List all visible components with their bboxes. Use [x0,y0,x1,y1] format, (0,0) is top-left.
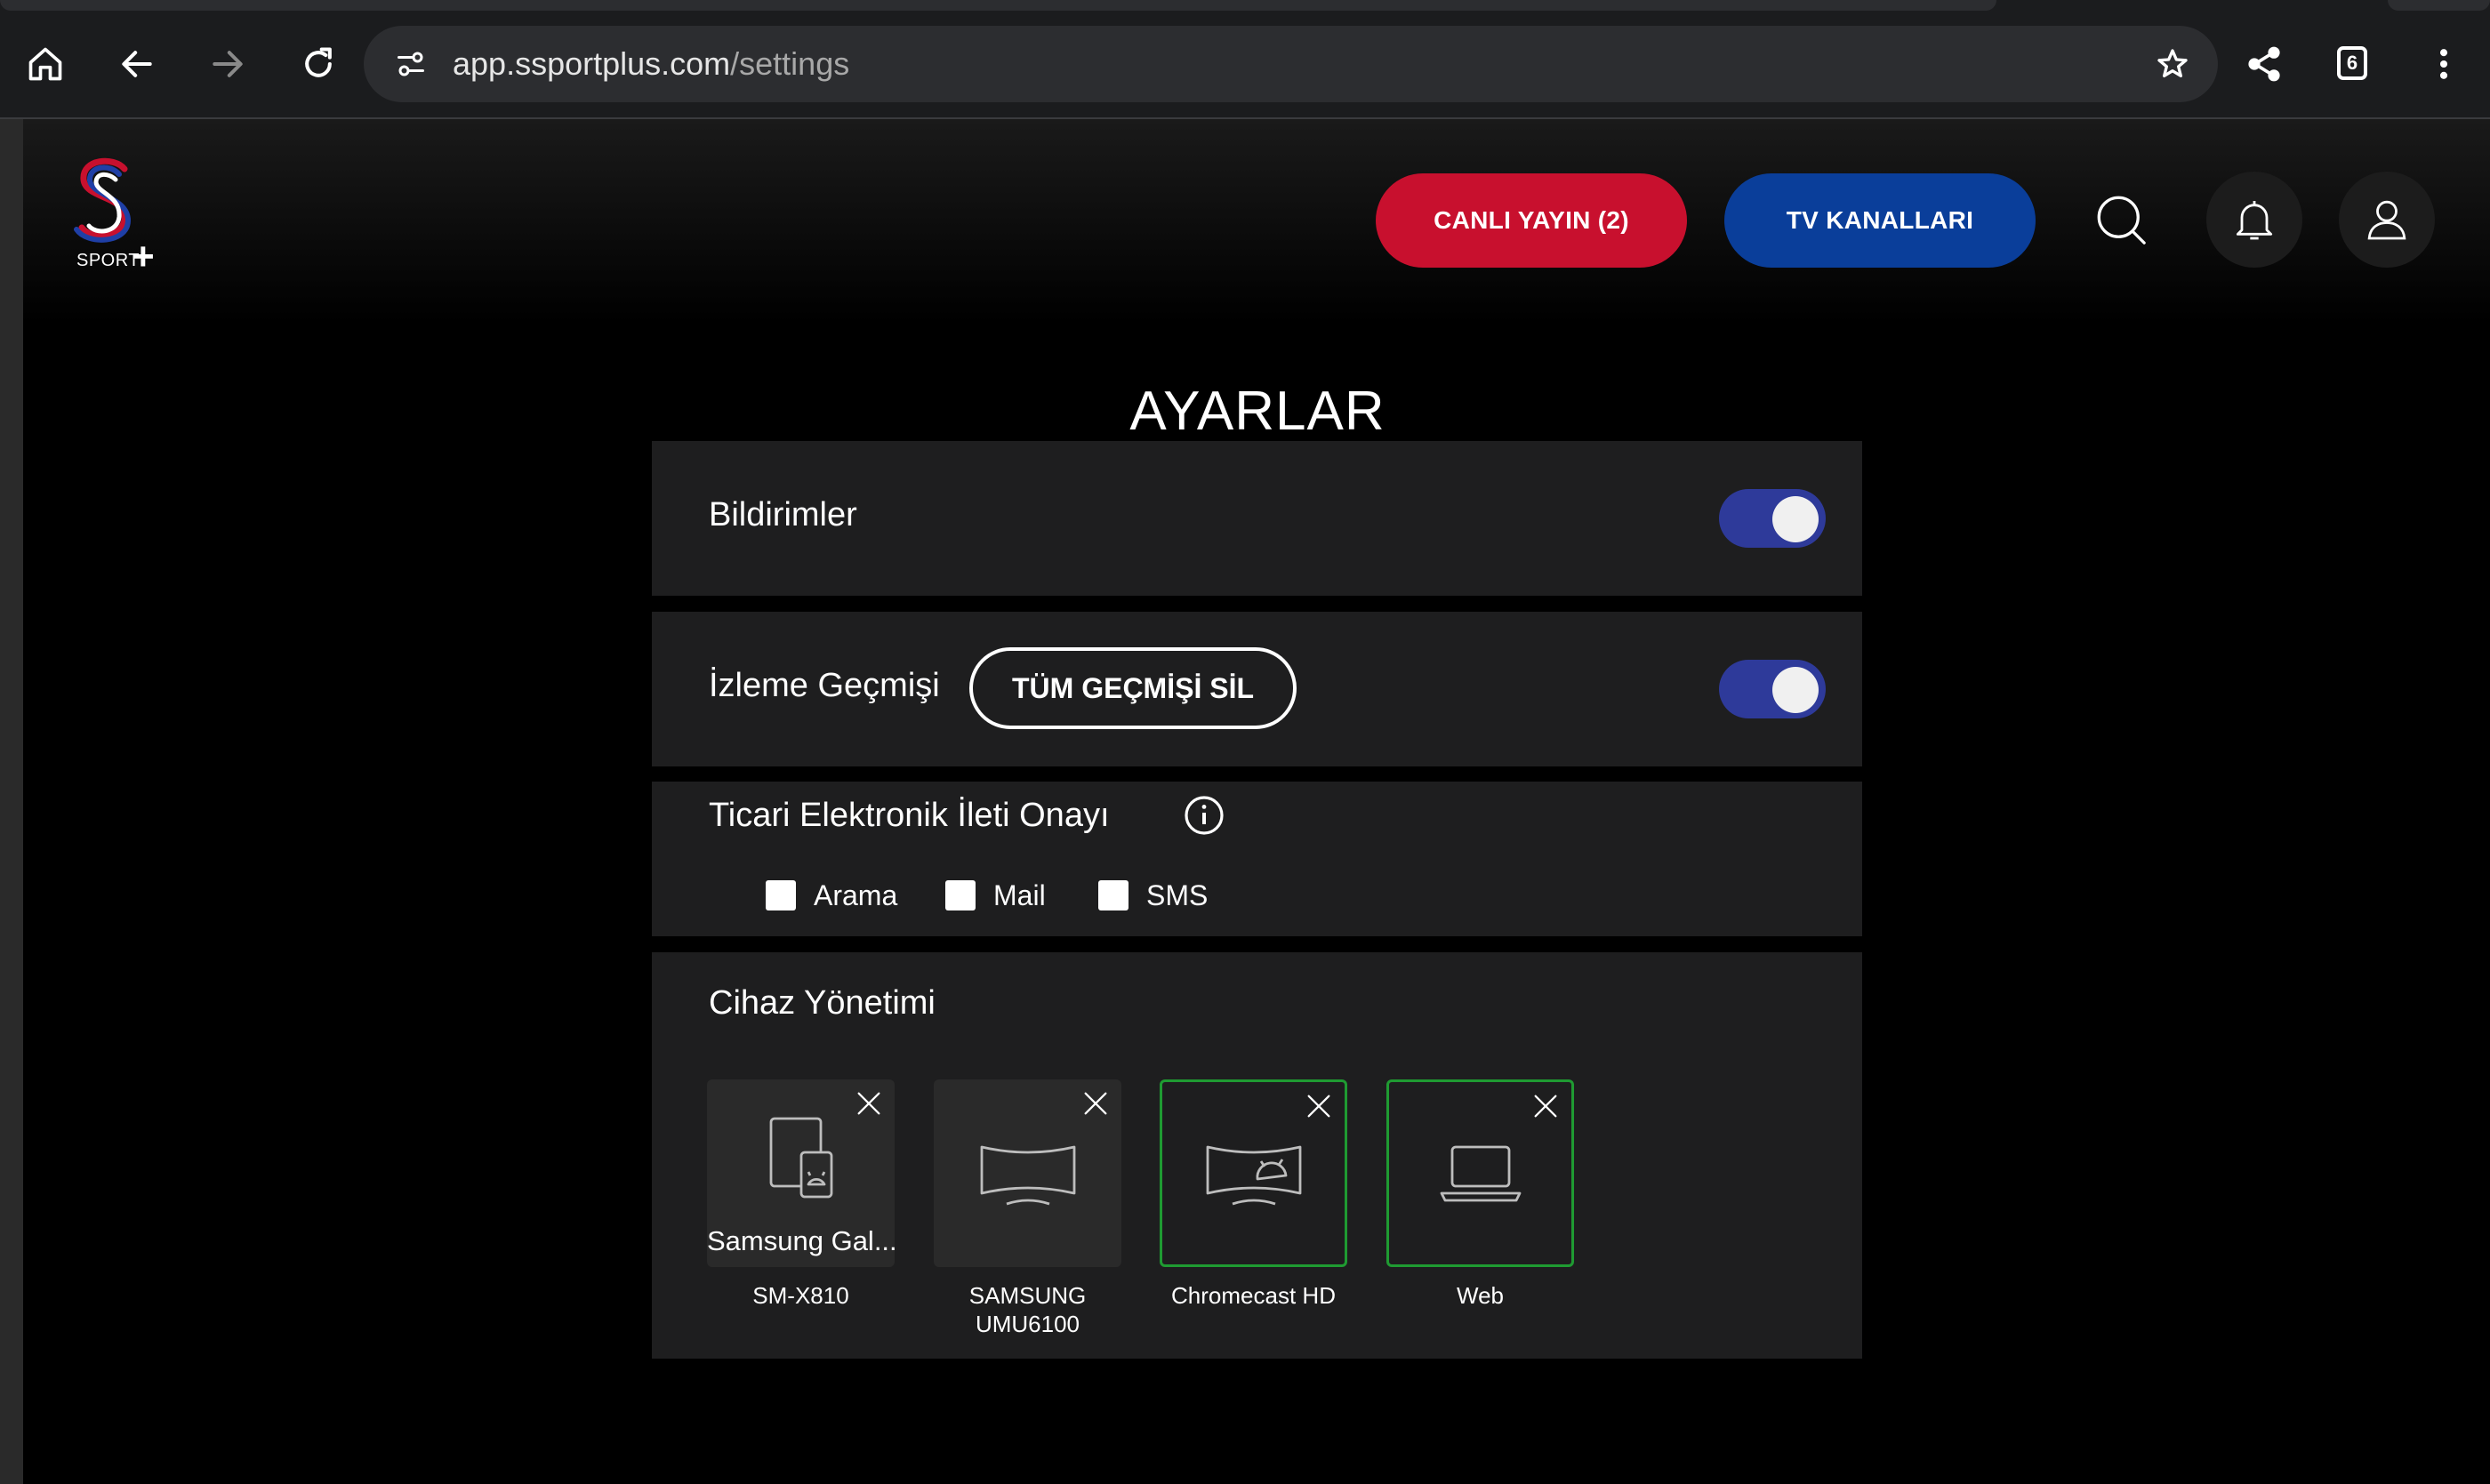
consent-call-checkbox[interactable] [766,880,796,910]
toggle-knob [1772,496,1819,542]
url-path: /settings [730,45,850,82]
device-card[interactable] [934,1079,1121,1267]
consent-mail-option[interactable]: Mail [945,878,1046,913]
close-icon[interactable] [854,1088,884,1119]
ssport-plus-logo[interactable]: SPORT + [66,153,173,278]
device-name: Samsung Gal... [707,1225,895,1256]
notifications-label: Bildirimler [709,496,857,533]
browser-toolbar: app.ssportplus.com/settings 6 [0,0,2490,119]
device-card-active[interactable] [1160,1079,1347,1267]
notifications-button[interactable] [2206,172,2302,268]
device-model-caption: SAMSUNG UMU6100 [968,1282,1087,1337]
watch-history-label: İzleme Geçmişi [709,667,940,704]
close-icon[interactable] [1530,1091,1561,1121]
address-bar[interactable]: app.ssportplus.com/settings [364,26,2218,102]
device-card[interactable]: Samsung Gal... [707,1079,895,1267]
user-icon [2367,200,2406,240]
tablet-android-icon [766,1113,837,1202]
device-card-active[interactable] [1386,1079,1574,1267]
consent-call-label: Arama [814,878,898,911]
reload-icon[interactable] [286,32,350,96]
consent-sms-option[interactable]: SMS [1098,878,1208,913]
site-settings-icon[interactable] [390,44,431,84]
bookmark-star-icon[interactable] [2152,44,2193,84]
logo-text: SPORT [76,251,141,270]
more-menu-icon[interactable] [2412,32,2476,96]
page-title: AYARLAR [1129,380,1386,442]
forward-arrow-icon[interactable] [196,32,260,96]
search-icon [2097,196,2146,245]
tab-switcher-button[interactable]: 6 [2337,46,2367,80]
consent-mail-checkbox[interactable] [945,880,976,910]
bell-icon [2236,201,2273,240]
info-icon[interactable] [1183,794,1225,837]
clear-history-button[interactable]: TÜM GEÇMİŞİ SİL [969,647,1297,729]
watch-history-card: İzleme Geçmişi TÜM GEÇMİŞİ SİL [652,612,1862,766]
logo-plus: + [132,235,155,278]
profile-button[interactable] [2339,172,2435,268]
live-broadcast-button[interactable]: CANLI YAYIN (2) [1376,173,1687,268]
device-model-caption: SM-X810 [752,1282,849,1309]
watch-history-toggle[interactable] [1719,660,1826,718]
close-icon[interactable] [1304,1091,1334,1121]
laptop-icon [1438,1140,1523,1207]
tv-channels-button[interactable]: TV KANALLARI [1724,173,2036,268]
device-management-label: Cihaz Yönetimi [709,984,936,1022]
url-host: app.ssportplus.com [453,45,731,82]
url-text: app.ssportplus.com/settings [453,45,849,83]
tab-strip-end [2388,0,2490,11]
consent-sms-checkbox[interactable] [1098,880,1129,910]
notifications-card: Bildirimler [652,441,1862,596]
home-icon[interactable] [13,32,77,96]
search-button[interactable] [2073,172,2169,268]
tv-android-icon [1204,1136,1304,1211]
tab-strip [0,0,1996,11]
commercial-consent-label: Ticari Elektronik İleti Onayı [709,797,1110,834]
left-edge-strip [0,119,23,1484]
close-icon[interactable] [1080,1088,1111,1119]
consent-call-option[interactable]: Arama [766,878,897,913]
tv-icon [978,1136,1078,1211]
consent-sms-label: SMS [1146,878,1209,911]
device-model-caption: Web [1457,1282,1504,1309]
device-model-caption: Chromecast HD [1171,1282,1336,1309]
back-arrow-icon[interactable] [105,32,169,96]
notifications-toggle[interactable] [1719,489,1826,548]
device-management-card: Cihaz Yönetimi Samsung Gal... SM-X810 SA… [652,952,1862,1359]
commercial-consent-card: Ticari Elektronik İleti Onayı Arama Mail… [652,782,1862,936]
consent-mail-label: Mail [993,878,1046,911]
share-icon[interactable] [2232,32,2296,96]
toggle-knob [1772,667,1819,713]
